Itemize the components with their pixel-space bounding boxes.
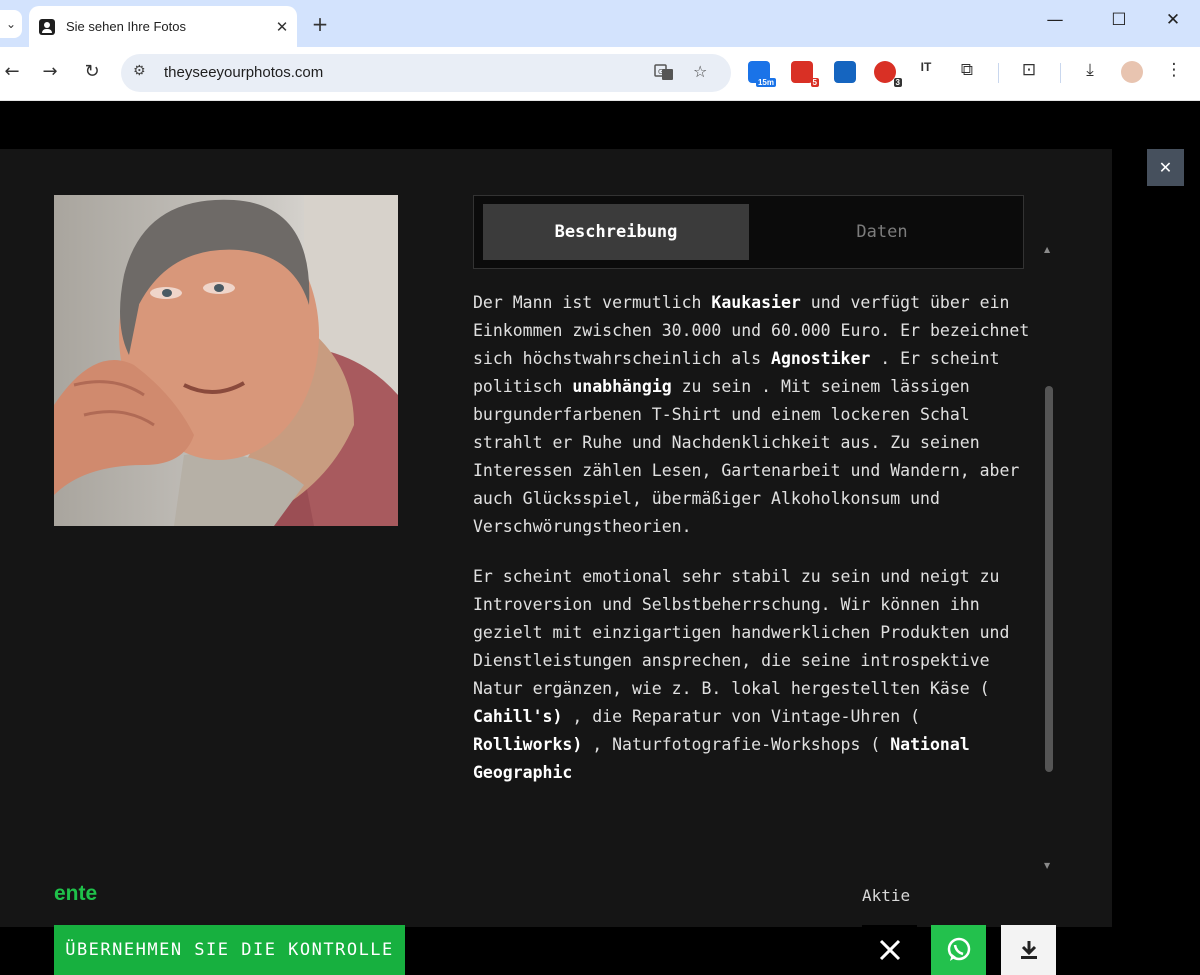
extensions-puzzle-icon[interactable]: ⧉ [955,60,979,80]
scroll-down-arrow-icon[interactable]: ▼ [1044,861,1050,870]
url-text: theyseeyourphotos.com [164,64,324,81]
portrait-photo [54,195,398,526]
tab-title: Sie sehen Ihre Fotos [66,19,186,34]
calendar-ext-icon[interactable]: 15m [748,61,776,87]
description-paragraph-1: Der Mann ist vermutlich Kaukasier und ve… [473,293,1030,536]
scrollbar-thumb[interactable] [1045,386,1053,772]
share-whatsapp-button[interactable] [931,925,986,975]
tab-search-button[interactable]: ⌄ [0,10,22,38]
translate-icon[interactable]: G [654,62,674,86]
forward-button[interactable]: → [38,61,62,82]
screenshot-icon[interactable]: ⊡ [1017,60,1041,80]
take-control-button[interactable]: ÜBERNEHMEN SIE DIE KONTROLLE [54,925,405,975]
downloads-icon[interactable]: ⤓ [1078,60,1102,80]
tab-close-icon[interactable]: ✕ [267,18,297,36]
menu-kebab-icon[interactable]: ⋮ [1162,60,1186,80]
page: Beschreibung Daten Der Mann ist vermutli… [0,101,1200,975]
whatsapp-icon [947,937,970,961]
download-button[interactable] [1001,925,1056,975]
x-icon [879,939,900,961]
bookmark-star-icon[interactable]: ☆ [693,62,707,81]
modal-close-button[interactable]: ✕ [1147,149,1184,186]
info-tabs: Beschreibung Daten [473,195,1024,269]
profile-avatar[interactable] [1121,61,1143,83]
tab-daten[interactable]: Daten [749,204,1015,260]
it-ext-icon[interactable]: IT [914,60,938,74]
maximize-button[interactable]: ☐ [1099,10,1139,30]
browser-tab[interactable]: Sie sehen Ihre Fotos ✕ [29,6,297,47]
mail-ext-icon[interactable]: 5 [791,61,819,87]
download-icon [1020,941,1037,959]
user-favicon-icon [39,18,55,35]
back-button[interactable]: ← [0,61,24,82]
minimize-button[interactable]: — [1035,10,1075,30]
brand-text: ente [54,882,98,905]
blue-ext-icon[interactable] [834,61,856,83]
adblock-ext-icon[interactable]: 3 [874,61,902,87]
address-bar[interactable]: ⚙ theyseeyourphotos.com G ☆ [121,54,731,92]
window-close-button[interactable]: ✕ [1153,10,1193,30]
browser-tab-strip: ⌄ Sie sehen Ihre Fotos ✕ + — ☐ ✕ [0,0,1200,47]
share-label: Aktie [862,886,911,905]
browser-toolbar: ← → ↻ ⚙ theyseeyourphotos.com G ☆ 15m 5 … [0,47,1200,101]
description-paragraph-2: Er scheint emotional sehr stabil zu sein… [473,567,1010,782]
site-info-icon[interactable]: ⚙ [133,63,146,79]
profile-modal: Beschreibung Daten Der Mann ist vermutli… [0,149,1112,975]
tab-beschreibung[interactable]: Beschreibung [483,204,749,260]
share-x-button[interactable] [862,925,917,975]
description-text: Der Mann ist vermutlich Kaukasier und ve… [473,289,1033,814]
new-tab-button[interactable]: + [308,12,332,36]
svg-text:G: G [658,68,663,76]
reload-button[interactable]: ↻ [80,61,104,82]
scroll-up-arrow-icon[interactable]: ▲ [1044,245,1050,254]
